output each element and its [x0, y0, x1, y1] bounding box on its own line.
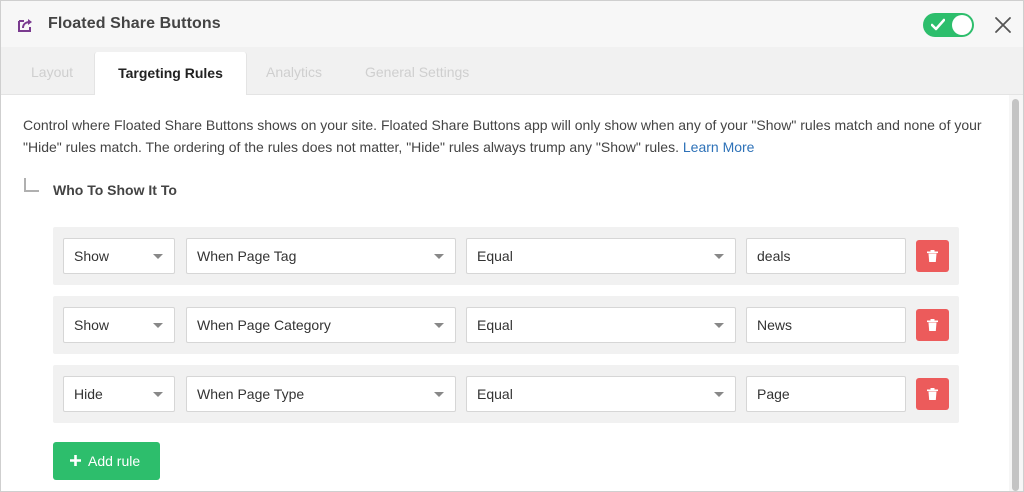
window-header: Floated Share Buttons	[1, 1, 1023, 48]
rule-row: Hide When Page Type Equal Page	[53, 365, 959, 423]
rule-value-input[interactable]: News	[746, 307, 906, 343]
tree-connector	[24, 178, 39, 192]
tab-bar: Layout Targeting Rules Analytics General…	[1, 47, 1023, 95]
toggle-knob	[952, 15, 972, 35]
scrollbar[interactable]	[1009, 95, 1023, 491]
action-select[interactable]: Hide	[63, 376, 175, 412]
add-rule-button[interactable]: Add rule	[53, 442, 160, 480]
scrollbar-thumb[interactable]	[1012, 99, 1019, 491]
delete-rule-button[interactable]	[916, 309, 949, 341]
condition-select[interactable]: When Page Tag	[186, 238, 456, 274]
operator-select[interactable]: Equal	[466, 376, 736, 412]
tab-targeting-rules[interactable]: Targeting Rules	[94, 52, 247, 95]
action-value: Hide	[74, 386, 103, 402]
condition-value: When Page Tag	[197, 248, 297, 264]
plus-icon	[70, 455, 81, 466]
caret-down-icon	[714, 392, 724, 397]
section-title: Who To Show It To	[53, 182, 177, 198]
caret-down-icon	[714, 254, 724, 259]
tab-layout[interactable]: Layout	[31, 47, 73, 94]
rule-value-input[interactable]: Page	[746, 376, 906, 412]
rule-value-input[interactable]: deals	[746, 238, 906, 274]
targeting-rules-panel: Control where Floated Share Buttons show…	[1, 95, 1009, 491]
caret-down-icon	[153, 323, 163, 328]
condition-select[interactable]: When Page Category	[186, 307, 456, 343]
learn-more-link[interactable]: Learn More	[683, 139, 755, 155]
condition-select[interactable]: When Page Type	[186, 376, 456, 412]
window-title: Floated Share Buttons	[48, 15, 221, 32]
trash-icon	[927, 388, 938, 400]
operator-value: Equal	[477, 248, 513, 264]
action-select[interactable]: Show	[63, 307, 175, 343]
rules-description: Control where Floated Share Buttons show…	[23, 114, 998, 158]
operator-value: Equal	[477, 386, 513, 402]
trash-icon	[927, 250, 938, 262]
operator-value: Equal	[477, 317, 513, 333]
delete-rule-button[interactable]	[916, 240, 949, 272]
trash-icon	[927, 319, 938, 331]
checkmark-icon	[931, 18, 945, 31]
operator-select[interactable]: Equal	[466, 307, 736, 343]
close-icon[interactable]	[993, 15, 1013, 35]
condition-value: When Page Type	[197, 386, 305, 402]
condition-value: When Page Category	[197, 317, 331, 333]
enable-toggle[interactable]	[923, 13, 974, 37]
caret-down-icon	[153, 254, 163, 259]
action-select[interactable]: Show	[63, 238, 175, 274]
action-value: Show	[74, 317, 110, 333]
tab-analytics[interactable]: Analytics	[266, 47, 322, 94]
tab-general-settings[interactable]: General Settings	[365, 47, 469, 94]
rule-row: Show When Page Tag Equal deals	[53, 227, 959, 285]
operator-select[interactable]: Equal	[466, 238, 736, 274]
caret-down-icon	[153, 392, 163, 397]
caret-down-icon	[434, 392, 444, 397]
action-value: Show	[74, 248, 110, 264]
app-settings-window: Floated Share Buttons Layout Targeting R…	[0, 0, 1024, 492]
caret-down-icon	[434, 323, 444, 328]
rule-row: Show When Page Category Equal News	[53, 296, 959, 354]
delete-rule-button[interactable]	[916, 378, 949, 410]
description-text: Control where Floated Share Buttons show…	[23, 117, 982, 155]
add-rule-label: Add rule	[88, 453, 141, 469]
caret-down-icon	[434, 254, 444, 259]
share-out-icon	[17, 17, 35, 33]
caret-down-icon	[714, 323, 724, 328]
